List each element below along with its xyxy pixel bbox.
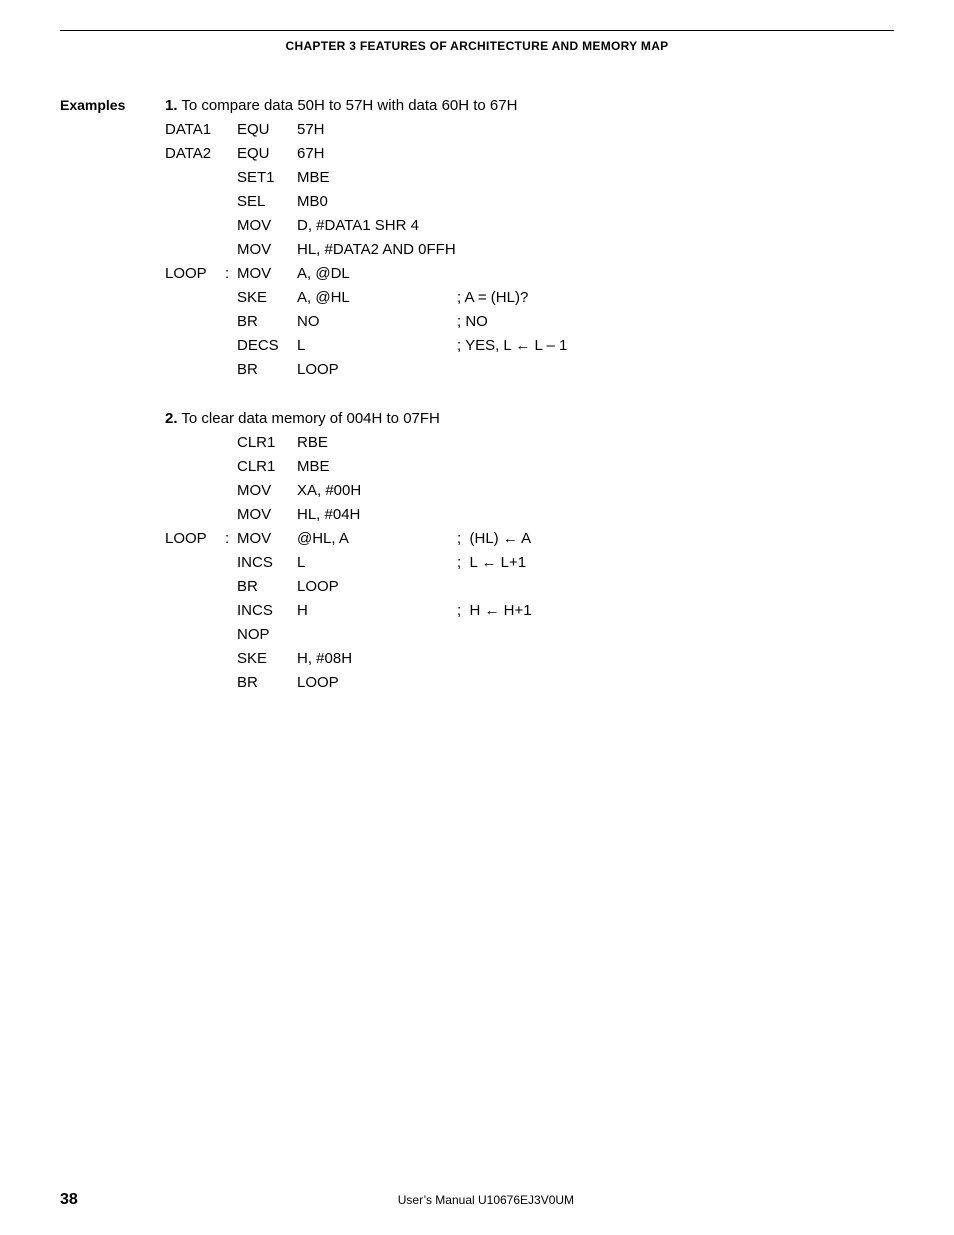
code-mnemonic: CLR1 xyxy=(237,455,297,479)
code-operand: L xyxy=(297,551,457,575)
code-line: DATA2 EQU67H xyxy=(165,142,894,166)
code-operand: MBE xyxy=(297,455,457,479)
code-line: BRLOOP xyxy=(165,671,894,695)
code-operand: A, @HL xyxy=(297,286,457,310)
code-mnemonic: MOV xyxy=(237,527,297,551)
code-operand: D, #DATA1 SHR 4 xyxy=(297,214,457,238)
code-mnemonic: BR xyxy=(237,671,297,695)
code-line: DATA1 EQU57H xyxy=(165,118,894,142)
code-comment: ; NO xyxy=(457,310,894,334)
code-operand: 67H xyxy=(297,142,457,166)
example-1-description: To compare data 50H to 57H with data 60H… xyxy=(181,97,517,114)
code-operand: LOOP xyxy=(297,671,457,695)
code-line: BRLOOP xyxy=(165,358,894,382)
code-operand: @HL, A xyxy=(297,527,457,551)
code-mnemonic: BR xyxy=(237,310,297,334)
code-operand: LOOP xyxy=(297,575,457,599)
footer-text: User’s Manual U10676EJ3V0UM xyxy=(78,1193,894,1207)
code-operand: MB0 xyxy=(297,190,457,214)
code-mnemonic: MOV xyxy=(237,262,297,286)
example-2-code-block: CLR1RBECLR1MBEMOVXA, #00HMOVHL, #04HLOOP… xyxy=(165,431,894,695)
example-2-description: To clear data memory of 004H to 07FH xyxy=(181,410,439,427)
examples-label: Examples xyxy=(60,97,165,113)
code-mnemonic: MOV xyxy=(237,238,297,262)
code-line: LOOP:MOVA, @DL xyxy=(165,262,894,286)
code-operand: HL, #DATA2 AND 0FFH xyxy=(297,238,457,262)
code-line: INCSH; H ← H+1 xyxy=(165,599,894,623)
code-mnemonic: DECS xyxy=(237,334,297,358)
code-line: BRLOOP xyxy=(165,575,894,599)
code-line: CLR1MBE xyxy=(165,455,894,479)
code-label: LOOP xyxy=(165,262,225,286)
code-line: CLR1RBE xyxy=(165,431,894,455)
code-operand: NO xyxy=(297,310,457,334)
code-mnemonic: MOV xyxy=(237,214,297,238)
code-colon: : xyxy=(225,527,237,551)
code-line: SET1MBE xyxy=(165,166,894,190)
code-mnemonic: EQU xyxy=(237,118,297,142)
code-operand: RBE xyxy=(297,431,457,455)
page-number: 38 xyxy=(60,1191,78,1209)
code-comment: ; L ← L+1 xyxy=(457,551,894,575)
code-comment: ; YES, L ← L – 1 xyxy=(457,334,894,358)
code-operand: H, #08H xyxy=(297,647,457,671)
code-operand: L xyxy=(297,334,457,358)
code-mnemonic: SKE xyxy=(237,647,297,671)
code-line: NOP xyxy=(165,623,894,647)
example-1-number: 1. xyxy=(165,97,178,114)
code-mnemonic: SEL xyxy=(237,190,297,214)
code-operand: XA, #00H xyxy=(297,479,457,503)
code-comment: ; A = (HL)? xyxy=(457,286,894,310)
code-colon: : xyxy=(225,262,237,286)
code-operand: A, @DL xyxy=(297,262,457,286)
code-line: MOVHL, #DATA2 AND 0FFH xyxy=(165,238,894,262)
code-line: LOOP:MOV@HL, A; (HL) ← A xyxy=(165,527,894,551)
code-mnemonic: BR xyxy=(237,575,297,599)
code-mnemonic: CLR1 xyxy=(237,431,297,455)
code-label: DATA1 xyxy=(165,118,225,142)
code-label: DATA2 xyxy=(165,142,225,166)
code-mnemonic: INCS xyxy=(237,551,297,575)
code-line: MOVD, #DATA1 SHR 4 xyxy=(165,214,894,238)
code-comment: ; (HL) ← A xyxy=(457,527,894,551)
code-mnemonic: SET1 xyxy=(237,166,297,190)
example-2-number: 2. xyxy=(165,410,178,427)
code-mnemonic: MOV xyxy=(237,503,297,527)
code-operand: MBE xyxy=(297,166,457,190)
code-mnemonic: SKE xyxy=(237,286,297,310)
code-label: LOOP xyxy=(165,527,225,551)
code-line: SKEA, @HL; A = (HL)? xyxy=(165,286,894,310)
code-line: SKEH, #08H xyxy=(165,647,894,671)
code-line: DECSL; YES, L ← L – 1 xyxy=(165,334,894,358)
code-mnemonic: MOV xyxy=(237,479,297,503)
chapter-header: CHAPTER 3 FEATURES OF ARCHITECTURE AND M… xyxy=(60,39,894,53)
code-line: INCSL; L ← L+1 xyxy=(165,551,894,575)
code-operand: LOOP xyxy=(297,358,457,382)
code-mnemonic: BR xyxy=(237,358,297,382)
code-mnemonic: EQU xyxy=(237,142,297,166)
code-line: MOVHL, #04H xyxy=(165,503,894,527)
code-line: MOVXA, #00H xyxy=(165,479,894,503)
example-1-code-block: DATA1EQU57HDATA2EQU67HSET1MBESELMB0MOVD,… xyxy=(165,118,894,382)
code-operand: HL, #04H xyxy=(297,503,457,527)
code-operand: H xyxy=(297,599,457,623)
code-line: BRNO; NO xyxy=(165,310,894,334)
code-line: SELMB0 xyxy=(165,190,894,214)
code-mnemonic: NOP xyxy=(237,623,297,647)
code-comment: ; H ← H+1 xyxy=(457,599,894,623)
code-operand: 57H xyxy=(297,118,457,142)
code-mnemonic: INCS xyxy=(237,599,297,623)
